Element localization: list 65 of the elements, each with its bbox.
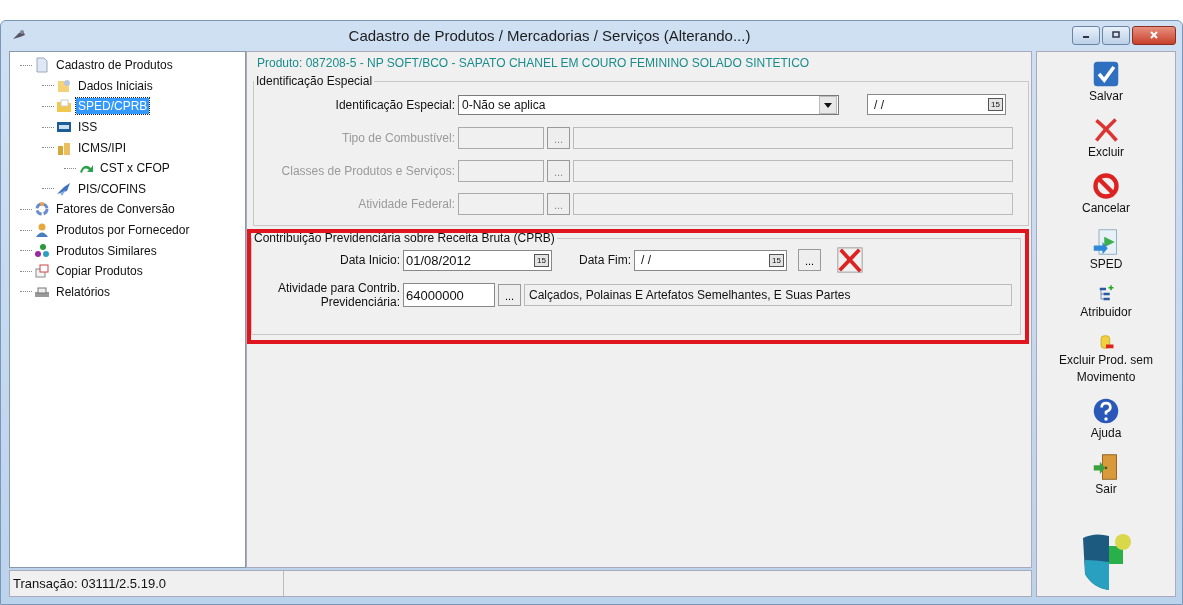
tree-item[interactable]: Dados Iniciais: [76, 77, 155, 94]
exit-icon: [1092, 453, 1120, 481]
tree-item[interactable]: Relatórios: [54, 283, 113, 300]
toolbar-button[interactable]: Atribuidor: [1058, 284, 1154, 321]
toolbar-button[interactable]: Excluir: [1058, 116, 1154, 161]
date-field[interactable]: / / 15: [634, 249, 787, 271]
folder-icon: [56, 98, 72, 115]
tree-item[interactable]: ICMS/IPI: [76, 139, 128, 156]
status-text: Transação: 03111/2.5.19.0: [10, 571, 284, 596]
bird-icon: [56, 180, 72, 197]
group-title: Identificação Especial: [255, 74, 374, 88]
product-caption: Produto: 087208-5 - NP SOFT/BCO - SAPATO CHANEL EM COURO FEMININO SOLADO SINTETICO: [256, 55, 811, 72]
toolbar-button[interactable]: SPED: [1058, 228, 1154, 273]
cancel-icon: [1092, 172, 1120, 200]
browse-button[interactable]: ...: [498, 284, 521, 306]
document-icon: [34, 57, 50, 74]
tree-item[interactable]: Produtos Similares: [54, 242, 159, 259]
person-icon: [34, 222, 50, 239]
date-field[interactable]: 01/08/2012 15: [403, 249, 552, 271]
code-field[interactable]: [458, 192, 544, 215]
copy-icon: [34, 263, 50, 280]
tree-item[interactable]: ISS: [76, 119, 100, 136]
field-label: Atividade para Contrib. Previdenciária:: [276, 281, 400, 309]
dropdown-field[interactable]: 0-Não se aplica: [458, 94, 839, 115]
window-title: Cadastro de Produtos / Mercadorias / Serviços (Alterando...): [347, 26, 752, 44]
maximize-icon: [1111, 30, 1121, 40]
field-label: Data Fim:: [579, 253, 631, 267]
export-icon: [1092, 228, 1120, 256]
code-field[interactable]: 64000000: [403, 283, 495, 307]
calendar-button[interactable]: 15: [534, 253, 549, 267]
group-title: Contribuição Previdenciária sobre Receita Bruta (CPRB): [253, 231, 556, 245]
description-box: Calçados, Polainas E Artefatos Semelhantes, E Suas Partes: [524, 284, 1012, 306]
tree-item[interactable]: Cadastro de Produtos: [54, 57, 175, 74]
field-label: Data Inicio:: [338, 253, 400, 267]
toolbar-button[interactable]: Ajuda: [1058, 397, 1154, 442]
field-label: Atividade Federal:: [357, 196, 455, 211]
close-button[interactable]: [1132, 25, 1176, 45]
code-field[interactable]: [458, 159, 544, 182]
toolbar-button[interactable]: Cancelar: [1058, 172, 1154, 217]
sheet-icon: [56, 77, 72, 94]
cycle-icon: [34, 201, 50, 218]
toolbar-button[interactable]: Salvar: [1058, 60, 1154, 105]
field-label: Identificação Especial:: [334, 97, 455, 112]
date-field[interactable]: / / 15: [867, 94, 1006, 115]
close-icon: [1149, 30, 1159, 40]
toolbar-button[interactable]: Sair: [1058, 453, 1154, 498]
code-field[interactable]: [458, 126, 544, 149]
browse-button[interactable]: ...: [798, 249, 821, 271]
minimize-button[interactable]: [1072, 25, 1100, 45]
field-label: Classes de Produtos e Serviços:: [280, 163, 455, 178]
help-icon: [1092, 397, 1120, 425]
calendar-button[interactable]: 15: [988, 98, 1003, 111]
save-icon: [1092, 60, 1120, 88]
tree-item[interactable]: Copiar Produtos: [54, 263, 145, 280]
tree-item[interactable]: Fatores de Conversão: [54, 201, 177, 218]
tree-item[interactable]: PIS/COFINS: [76, 180, 148, 197]
delete-icon[interactable]: [836, 246, 864, 274]
delete-icon: [1092, 116, 1120, 144]
calendar-button[interactable]: 15: [769, 253, 784, 267]
field-label: Tipo de Combustível:: [341, 130, 455, 145]
tree-item[interactable]: Produtos por Fornecedor: [54, 222, 192, 239]
toolbar-button[interactable]: Excluir Prod. sem Movimento: [1058, 332, 1154, 386]
maximize-button[interactable]: [1102, 25, 1130, 45]
molecule-icon: [34, 242, 50, 259]
tree-item[interactable]: CST x CFOP: [98, 160, 172, 177]
